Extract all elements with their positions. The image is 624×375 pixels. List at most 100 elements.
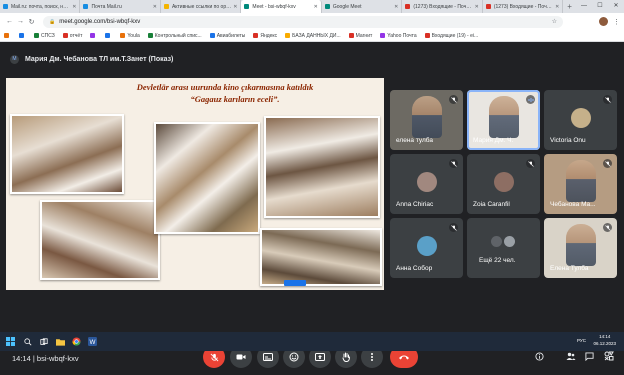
profile-avatar[interactable] <box>599 17 608 26</box>
bookmark-item[interactable] <box>105 33 112 38</box>
search-icon[interactable] <box>20 332 36 351</box>
slide-photo <box>10 114 124 194</box>
maximize-icon[interactable]: ☐ <box>592 0 608 13</box>
task-view-icon[interactable] <box>36 332 52 351</box>
camera-icon <box>236 354 246 360</box>
shapes-icon <box>604 351 614 361</box>
participant-avatar <box>570 108 591 128</box>
bookmark-favicon-icon <box>253 33 259 38</box>
slide-photo <box>154 122 260 234</box>
people-button[interactable] <box>566 351 576 361</box>
participant-name: елена тулба <box>396 137 433 144</box>
participant-name: Zoia Caranfil <box>473 201 510 208</box>
chat-button[interactable] <box>584 351 594 361</box>
participant-tile[interactable]: Anna Chiriac <box>390 154 463 214</box>
url-field[interactable]: 🔒 meet.google.com/bsi-wbqf-kxv ☆ <box>43 15 563 28</box>
participant-tile[interactable]: Анна Собор <box>390 218 463 278</box>
tab-favicon-icon <box>324 4 330 9</box>
browser-tab[interactable]: (1273) Входящие - Почта... ✕ <box>483 0 564 13</box>
lock-icon[interactable]: 🔒 <box>49 19 55 25</box>
new-tab-button[interactable]: + <box>563 0 576 13</box>
participant-tile[interactable]: Мария Дм. Ч. <box>467 90 540 150</box>
file-explorer-icon[interactable] <box>52 332 68 351</box>
browser-tab[interactable]: Google Meet ✕ <box>322 0 403 13</box>
word-icon[interactable]: W <box>84 332 100 351</box>
svg-text:W: W <box>89 339 95 346</box>
back-icon[interactable]: ← <box>4 18 15 25</box>
mic-muted-icon <box>603 223 612 232</box>
tab-favicon-icon <box>244 4 250 9</box>
browser-menu-icon[interactable]: ⋮ <box>613 18 620 26</box>
system-clock[interactable]: 14:14 06.12.2023 <box>593 334 616 347</box>
browser-tab[interactable]: Mail.ru: почта, поиск, нов... ✕ <box>0 0 81 13</box>
chrome-icon[interactable] <box>68 332 84 351</box>
mic-muted-icon <box>449 223 458 232</box>
tab-close-icon[interactable]: ✕ <box>555 4 559 10</box>
bookmark-item[interactable]: отчёт <box>62 33 82 39</box>
bookmark-item[interactable] <box>90 33 97 38</box>
tab-close-icon[interactable]: ✕ <box>72 4 76 10</box>
bookmark-favicon-icon <box>62 33 68 38</box>
bookmark-item[interactable]: Магнит <box>348 33 372 39</box>
browser-tab-strip: Mail.ru: почта, поиск, нов... ✕ Почта Mai… <box>0 0 624 13</box>
people-icon <box>566 352 576 360</box>
os-taskbar: W РУС 14:14 06.12.2023 <box>0 332 624 351</box>
mic-off-icon <box>210 353 218 361</box>
bookmark-item[interactable]: СПСЗ <box>34 33 55 39</box>
forward-icon[interactable]: → <box>15 18 26 25</box>
presented-slide[interactable]: Devletlär arası uurunda kino çıkarmasına… <box>6 78 384 290</box>
tab-close-icon[interactable]: ✕ <box>314 4 318 10</box>
participant-tile[interactable]: Victoria Onu <box>544 90 617 150</box>
start-button[interactable] <box>0 332 20 351</box>
bookmark-favicon-icon <box>34 33 39 38</box>
mic-muted-icon <box>449 95 458 104</box>
participant-tile[interactable]: Ещё 22 чел. <box>467 218 540 278</box>
participant-tile[interactable]: елена тулба <box>390 90 463 150</box>
reload-icon[interactable]: ↻ <box>26 18 37 26</box>
tab-close-icon[interactable]: ✕ <box>475 4 479 10</box>
participant-name: Мария Дм. Ч. <box>473 137 514 144</box>
participant-tile[interactable]: Zoia Caranfil <box>467 154 540 214</box>
minimize-icon[interactable]: — <box>576 0 592 13</box>
bookmark-favicon-icon <box>424 33 430 38</box>
close-window-icon[interactable]: ✕ <box>608 0 624 13</box>
slide-title-line1: Devletlär arası uurunda kino çıkarmasına… <box>136 82 314 92</box>
bookmark-item[interactable] <box>4 33 11 38</box>
participant-name: Чебанова Ма... <box>550 201 596 208</box>
tab-close-icon[interactable]: ✕ <box>153 4 157 10</box>
bookmark-item[interactable]: Youla <box>120 32 140 39</box>
input-language[interactable]: РУС <box>577 338 586 343</box>
browser-tab[interactable]: Почта Mail.ru ✕ <box>80 0 161 13</box>
browser-tab[interactable]: Активные ссылки по орг... ✕ <box>161 0 242 13</box>
tab-close-icon[interactable]: ✕ <box>394 4 398 10</box>
browser-tab[interactable]: (1273) Входящие - Почта... ✕ <box>402 0 483 13</box>
browser-tab-active[interactable]: Meet - bsi-wbqf-kxv ✕ <box>241 0 322 13</box>
tab-favicon-icon <box>485 4 491 9</box>
bookmark-item[interactable] <box>19 33 26 38</box>
bookmark-item[interactable]: Авиабилеты <box>209 33 245 39</box>
windows-logo-icon <box>5 337 15 346</box>
activities-button[interactable] <box>604 351 614 361</box>
speaking-indicator-icon <box>526 95 535 104</box>
bookmark-star-icon[interactable]: ☆ <box>552 18 557 25</box>
bookmark-label: Youla <box>127 32 140 39</box>
meeting-details-button[interactable] <box>534 351 544 361</box>
participant-video <box>566 224 596 266</box>
participant-tile[interactable]: Чебанова Ма... <box>544 154 617 214</box>
participant-tile[interactable]: Елена Тулба <box>544 218 617 278</box>
participant-avatar <box>491 236 502 247</box>
participant-name: Анна Собор <box>396 265 433 272</box>
bookmark-item[interactable]: Входящие (19) - ei... <box>424 33 478 39</box>
bookmark-item[interactable]: БАЗА ДАННЫХ ДИ... <box>285 33 341 39</box>
bookmark-item[interactable]: Yahoo Почта <box>380 33 417 39</box>
tab-close-icon[interactable]: ✕ <box>233 4 237 10</box>
bookmark-favicon-icon <box>19 33 24 38</box>
emoji-icon <box>289 352 299 362</box>
presentation-banner: М Мария Дм. Чебанова ТЛ им.Т.Занет (Пока… <box>10 52 173 66</box>
stop-sharing-button[interactable] <box>284 280 306 286</box>
bookmarks-bar: СПСЗ отчёт Youla Контрольный спис... Авиабил… <box>0 30 624 42</box>
bookmark-item[interactable]: Контрольный спис... <box>147 33 202 39</box>
hang-up-icon <box>399 355 409 360</box>
bookmark-item[interactable]: Яндекс <box>253 33 277 39</box>
participant-avatar <box>416 172 437 192</box>
